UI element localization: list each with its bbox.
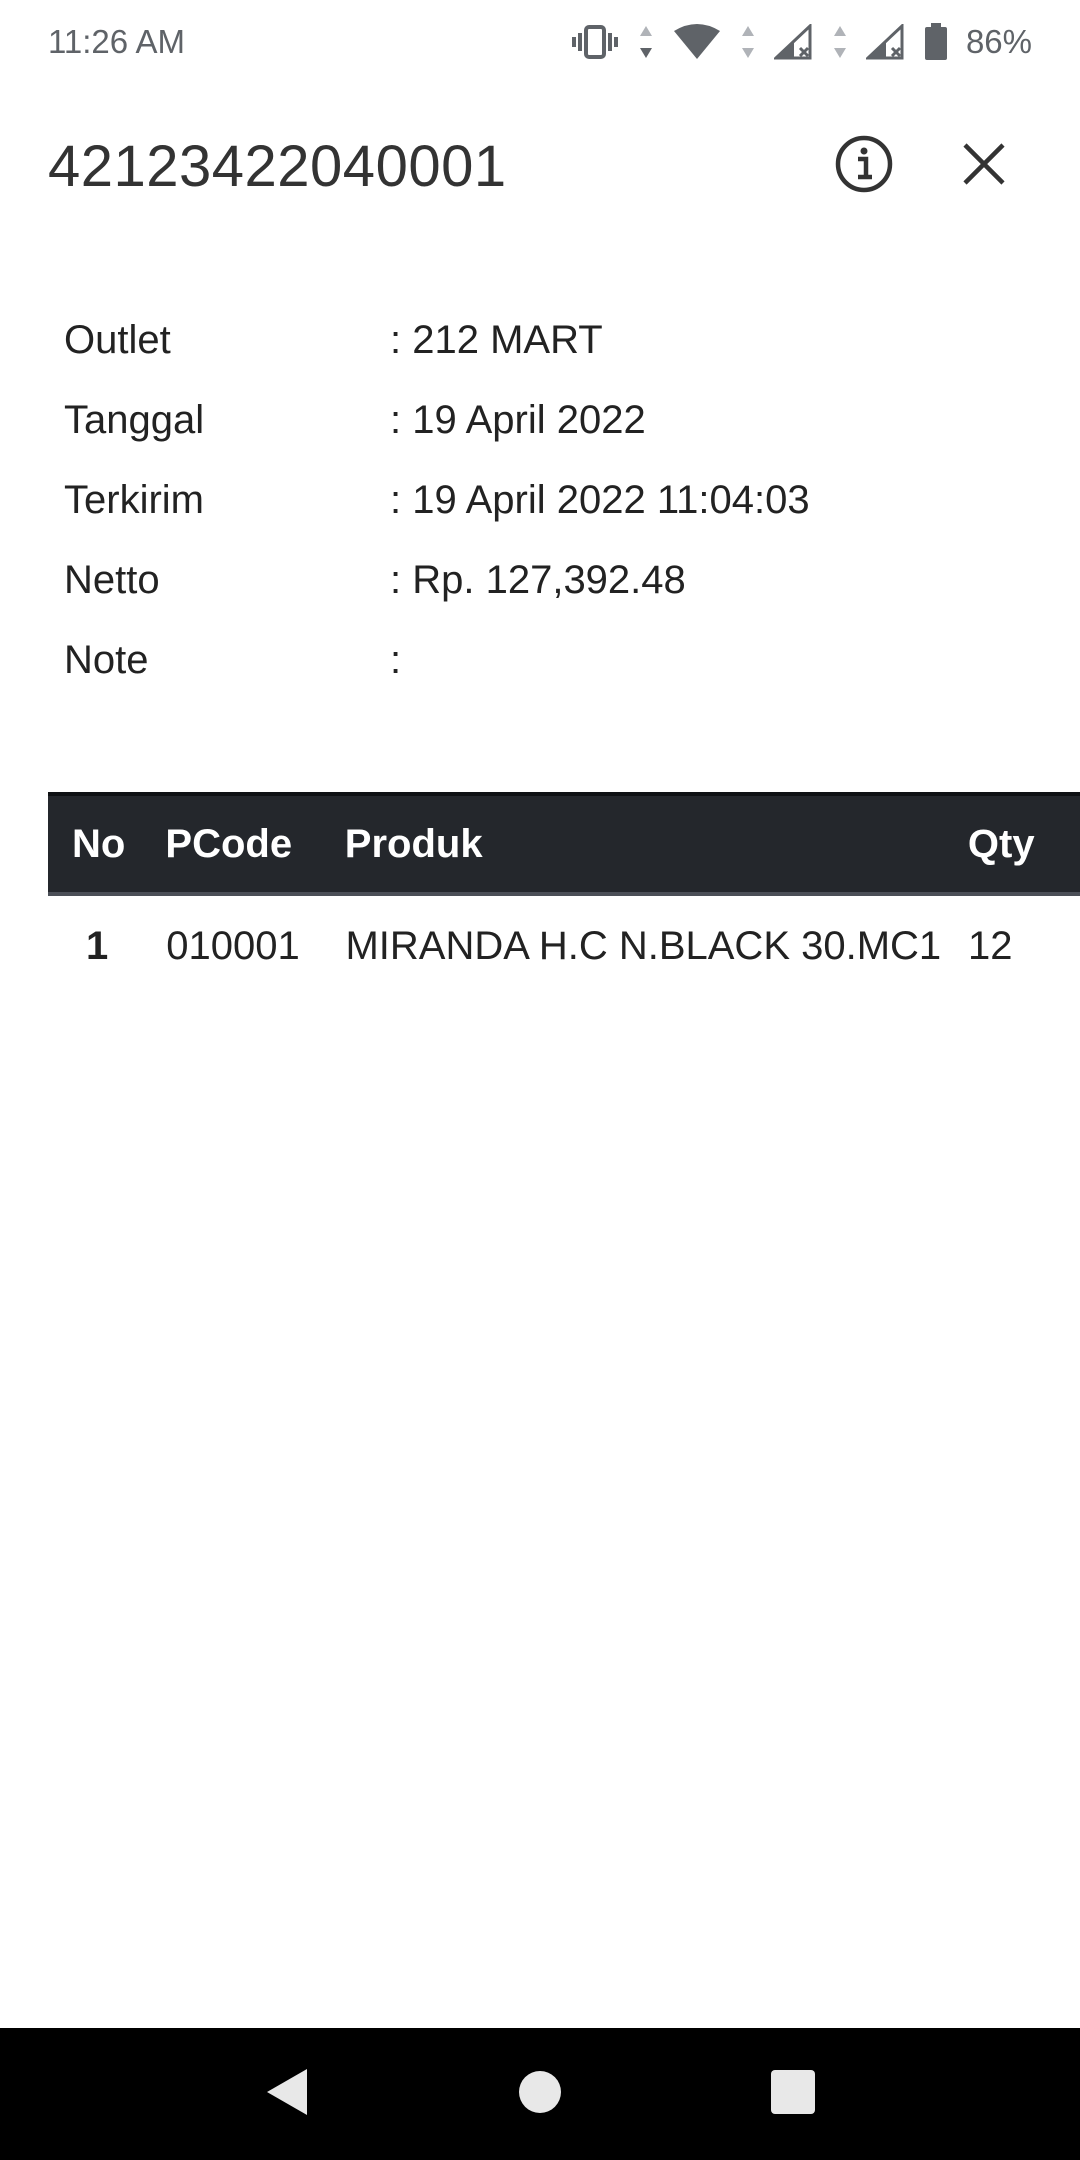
status-icons: 86% [570,23,1032,61]
detail-label: Terkirim [64,477,204,522]
page-title: 42123422040001 [48,133,507,199]
cell-no: 1 [86,923,109,968]
detail-row-note: Note : [64,620,1024,700]
detail-value: : 19 April 2022 11:04:03 [390,477,810,522]
product-table[interactable]: No PCode Produk Qty 1 010001 MIRANDA H.C… [48,792,1080,996]
column-header-no: No [72,821,126,866]
order-details: Outlet : 212 MART Tanggal : 19 April 202… [64,300,1024,700]
cell-pcode: 010001 [166,923,300,968]
home-button[interactable] [490,2044,590,2144]
detail-label: Tanggal [64,397,205,442]
detail-label: Netto [64,557,160,602]
vibrate-icon [570,24,620,60]
detail-value: : 19 April 2022 [390,397,646,442]
close-button[interactable] [936,118,1032,214]
table-header: No PCode Produk Qty [48,792,1080,896]
column-header-qty: Qty [967,821,1035,866]
info-button[interactable] [816,118,912,214]
detail-label: Note [64,637,149,682]
detail-label: Outlet [64,317,171,362]
navigation-bar [0,2028,1080,2160]
detail-row-netto: Netto : Rp. 127,392.48 [64,540,1024,620]
cell-qty: 12 [968,923,1013,968]
detail-row-outlet: Outlet : 212 MART [64,300,1024,380]
column-header-pcode: PCode [165,821,293,866]
recents-icon [770,2069,816,2120]
detail-row-tanggal: Tanggal : 19 April 2022 [64,380,1024,460]
wifi-icon [672,23,722,61]
battery-percent: 86% [965,23,1032,60]
close-icon [961,141,1007,192]
detail-row-terkirim: Terkirim : 19 April 2022 11:04:03 [64,460,1024,540]
status-bar: 11:26 AM 86% [0,0,1080,84]
info-icon [834,134,894,199]
status-time: 11:26 AM [48,23,185,60]
home-icon [517,2069,563,2120]
data-arrows-icon [638,24,654,60]
signal-1-icon [773,24,814,60]
recents-button[interactable] [743,2044,843,2144]
signal-2-icon [865,24,906,60]
data-arrows-icon-3 [832,24,848,60]
back-button[interactable] [237,2044,337,2144]
table-row[interactable]: 1 010001 MIRANDA H.C N.BLACK 30.MC1 12 [48,896,1080,996]
data-arrows-icon-2 [740,24,756,60]
back-icon [265,2067,309,2122]
detail-value: : [390,637,402,682]
header: 42123422040001 [0,118,1080,214]
cell-produk: MIRANDA H.C N.BLACK 30.MC1 [345,923,942,968]
detail-value: : Rp. 127,392.48 [390,557,686,602]
battery-icon [924,23,948,61]
detail-value: : 212 MART [390,317,603,362]
column-header-produk: Produk [344,821,483,866]
screen: 11:26 AM 86% 42123422040001 Outlet: 212… [0,0,1080,2160]
